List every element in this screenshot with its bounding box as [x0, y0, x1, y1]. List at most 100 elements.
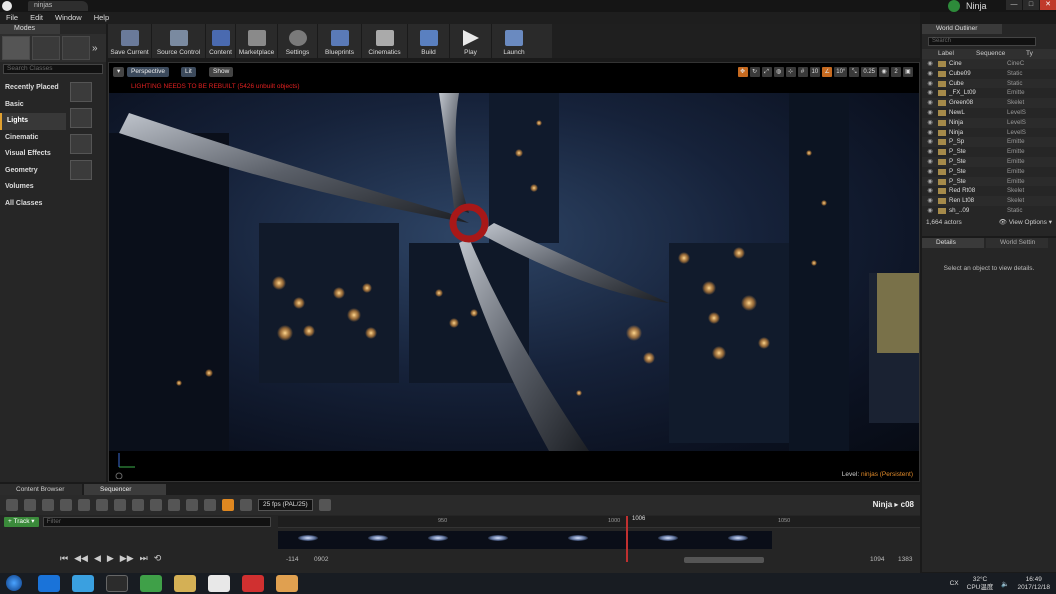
playback-icon[interactable] [132, 499, 144, 511]
close-button[interactable]: ✕ [1040, 0, 1056, 10]
level-viewport[interactable]: ▾ Perspective Lit Show ✥ ↻ ⤢ ◍ ⊹ # 10 ∠ … [108, 62, 920, 482]
minimize-button[interactable]: — [1006, 0, 1022, 10]
show-button[interactable]: Show [209, 67, 234, 77]
source-control-button[interactable]: Source Control [152, 24, 206, 58]
visibility-eye-icon[interactable]: ◉ [922, 177, 938, 187]
camera-icon[interactable] [78, 499, 90, 511]
visibility-eye-icon[interactable]: ◉ [922, 196, 938, 206]
spot-light-icon[interactable] [70, 134, 92, 154]
maximize-button[interactable]: □ [1023, 0, 1039, 10]
scale-icon[interactable]: ⤢ [761, 67, 772, 77]
point-light-icon[interactable] [70, 108, 92, 128]
world-outliner-tab[interactable]: World Outliner [922, 24, 1002, 34]
save-as-icon[interactable] [24, 499, 36, 511]
outliner-row[interactable]: ◉ P_Ste Emitte [922, 176, 1056, 187]
brush-icon[interactable] [204, 499, 216, 511]
selection-icon[interactable] [150, 499, 162, 511]
content-browser-tab[interactable]: Content Browser [0, 484, 82, 495]
landscape-mode-icon[interactable] [62, 36, 90, 60]
viewport-options-button[interactable]: ▾ [113, 67, 125, 77]
visibility-eye-icon[interactable]: ◉ [922, 167, 938, 177]
play-button[interactable]: Play [450, 24, 492, 58]
modes-tab[interactable]: Modes [0, 24, 60, 34]
category-recently-placed[interactable]: Recently Placed [0, 80, 66, 97]
loop-icon[interactable]: ⟲ [154, 553, 162, 564]
visibility-eye-icon[interactable]: ◉ [922, 118, 938, 128]
outliner-row[interactable]: ◉ P_Sp Emitte [922, 137, 1056, 148]
camera-speed-value[interactable]: 2 [891, 67, 901, 77]
build-button[interactable]: Build [408, 24, 450, 58]
marketplace-button[interactable]: Marketplace [236, 24, 278, 58]
outliner-search-input[interactable]: Search [928, 37, 1036, 46]
category-cinematic[interactable]: Cinematic [0, 130, 66, 147]
save-current-button[interactable]: Save Current [108, 24, 152, 58]
track-filter-input[interactable]: Filter [42, 517, 271, 527]
jump-start-icon[interactable]: ⏮ [60, 553, 68, 564]
sky-light-icon[interactable] [70, 160, 92, 180]
paint-mode-icon[interactable] [32, 36, 60, 60]
search-classes-input[interactable]: Search Classes [3, 64, 103, 74]
outliner-row[interactable]: ◉ Red Rt08 Skelet [922, 186, 1056, 196]
place-mode-icon[interactable] [2, 36, 30, 60]
menu-edit[interactable]: Edit [30, 12, 43, 24]
outliner-row[interactable]: ◉ Ren Lt08 Skelet [922, 196, 1056, 206]
app-icon[interactable] [140, 575, 162, 592]
playhead[interactable] [626, 516, 628, 562]
column-type[interactable]: Ty [1026, 49, 1048, 59]
speaker-icon[interactable]: 🔈 [1001, 580, 1009, 588]
render-movie-icon[interactable] [60, 499, 72, 511]
visibility-eye-icon[interactable]: ◉ [922, 206, 938, 216]
outliner-row[interactable]: ◉ Cube09 Static [922, 69, 1056, 79]
save-icon[interactable] [6, 499, 18, 511]
outliner-row[interactable]: ◉ P_Ste Emitte [922, 167, 1056, 177]
visibility-eye-icon[interactable]: ◉ [922, 147, 938, 157]
undo-icon[interactable] [96, 499, 108, 511]
visibility-eye-icon[interactable]: ◉ [922, 137, 938, 147]
settings-button[interactable]: Settings [278, 24, 318, 58]
timeline-scrollbar[interactable] [684, 557, 764, 563]
category-geometry[interactable]: Geometry [0, 163, 66, 180]
scale-snap-icon[interactable]: ⤡ [849, 67, 860, 77]
visibility-eye-icon[interactable]: ◉ [922, 79, 938, 89]
outliner-row[interactable]: ◉ sh_..09 Static [922, 206, 1056, 216]
play-reverse-icon[interactable]: ◀ [94, 553, 101, 564]
blueprints-button[interactable]: Blueprints [318, 24, 362, 58]
visibility-eye-icon[interactable]: ◉ [922, 69, 938, 79]
visibility-eye-icon[interactable]: ◉ [922, 88, 938, 98]
menu-window[interactable]: Window [55, 12, 82, 24]
file-explorer-icon[interactable] [174, 575, 196, 592]
snap-icon[interactable] [222, 499, 234, 511]
outliner-row[interactable]: ◉ _FX_Lt09 Emitte [922, 88, 1056, 98]
visibility-eye-icon[interactable]: ◉ [922, 59, 938, 69]
visibility-eye-icon[interactable]: ◉ [922, 128, 938, 138]
camera-speed-icon[interactable]: ◉ [879, 67, 889, 77]
scale-snap-value[interactable]: 0.25 [861, 67, 877, 77]
translate-icon[interactable]: ✥ [737, 67, 748, 77]
directional-light-icon[interactable] [70, 82, 92, 102]
search-icon[interactable] [42, 499, 54, 511]
outliner-row[interactable]: ◉ Green08 Skelet [922, 98, 1056, 108]
level-tab[interactable]: ninjas [28, 1, 88, 11]
sequencer-tab[interactable]: Sequencer [84, 484, 166, 495]
column-sequence[interactable]: Sequence [976, 49, 1026, 59]
menu-file[interactable]: File [6, 12, 18, 24]
category-basic[interactable]: Basic [0, 97, 66, 114]
surface-snap-icon[interactable]: ⊹ [785, 67, 796, 77]
grid-snap-value[interactable]: 10 [809, 67, 821, 77]
rotation-snap-value[interactable]: 10° [834, 67, 848, 77]
outliner-row[interactable]: ◉ Cube Static [922, 78, 1056, 89]
menu-help[interactable]: Help [94, 12, 109, 24]
category-visual-effects[interactable]: Visual Effects [0, 146, 66, 163]
breadcrumb-root[interactable]: Ninja [873, 500, 893, 509]
step-back-icon[interactable]: ◀◀ [74, 553, 88, 564]
visibility-eye-icon[interactable]: ◉ [922, 157, 938, 167]
outliner-row[interactable]: ◉ Cine CineC [922, 59, 1056, 69]
app-icon[interactable] [276, 575, 298, 592]
world-settings-tab[interactable]: World Settin [986, 238, 1048, 248]
curve-editor-icon[interactable] [318, 499, 331, 511]
move-icon[interactable] [186, 499, 198, 511]
grid-snap-icon[interactable]: # [797, 67, 808, 77]
rotation-snap-icon[interactable]: ∠ [822, 67, 833, 77]
category-lights[interactable]: Lights [0, 113, 66, 130]
column-label[interactable]: Label [938, 49, 976, 59]
